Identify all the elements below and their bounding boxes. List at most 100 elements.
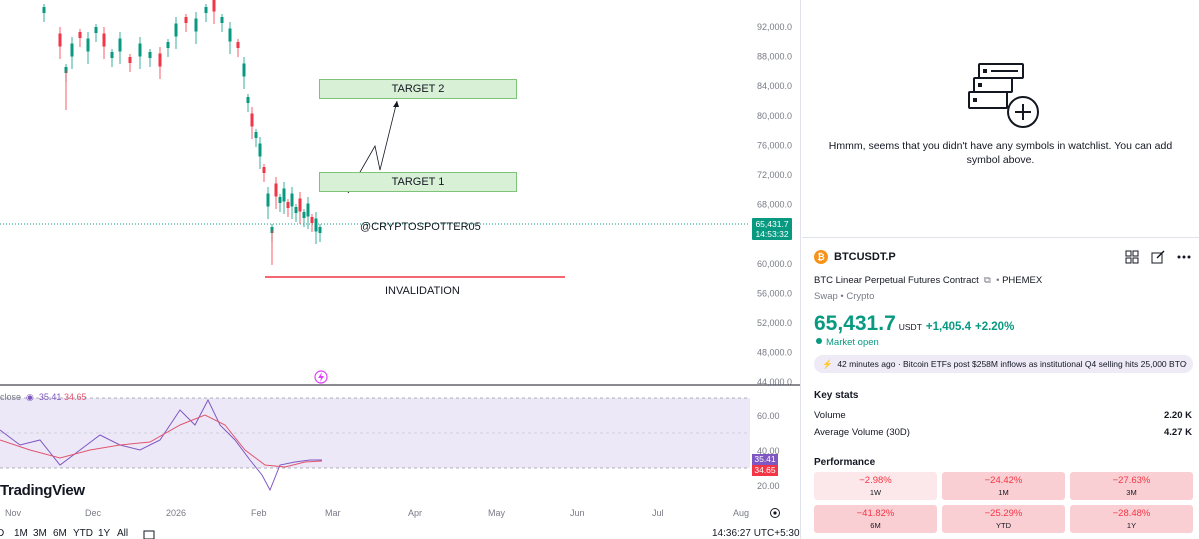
rsi-tick-label: 20.00 (757, 481, 780, 491)
avg-volume-label: Average Volume (30D) (814, 427, 910, 438)
target-2-label: TARGET 2 (391, 83, 445, 95)
time-tick-label: Jun (570, 508, 585, 518)
candle (42, 7, 46, 13)
range-button[interactable]: D (0, 528, 4, 539)
candle (262, 167, 266, 173)
target-2-zone[interactable]: TARGET 2 (319, 79, 517, 99)
symbol-header: ₿ BTCUSDT.P (814, 249, 1194, 265)
candle (58, 33, 62, 47)
time-tick-label: Nov (5, 508, 22, 518)
symbol-name[interactable]: BTCUSDT.P (834, 251, 896, 263)
candle (86, 38, 90, 52)
contract-description[interactable]: BTC Linear Perpetual Futures Contract (814, 275, 979, 286)
range-button[interactable]: 1M (14, 528, 28, 539)
performance-title: Performance (814, 457, 876, 468)
performance-period: 3M (1126, 488, 1137, 497)
performance-period: 1M (998, 488, 1009, 497)
candle (138, 43, 142, 57)
rsi-legend-value: 35.41 (38, 392, 62, 402)
bar-countdown: 14:53:32 (755, 229, 789, 239)
candlestick-series (42, 0, 322, 265)
news-headline: Bitcoin ETFs post $258M inflows as insti… (903, 359, 1187, 369)
candle (274, 183, 278, 197)
rsi-eye-icon[interactable]: ◉ (24, 392, 37, 402)
performance-cell-6m[interactable]: −41.82% 6M (814, 505, 937, 533)
time-axis[interactable]: Nov Dec 2026 Feb Mar Apr May Jun Jul Aug (0, 505, 800, 523)
performance-period: 6M (870, 521, 881, 530)
tradingview-logo[interactable]: TradingView (0, 482, 85, 499)
invalidation-label: INVALIDATION (385, 285, 460, 297)
target-1-zone[interactable]: TARGET 1 (319, 172, 517, 192)
candle (314, 218, 318, 232)
external-link-icon[interactable]: ⧉ (981, 275, 993, 286)
performance-cell-1y[interactable]: −28.48% 1Y (1070, 505, 1193, 533)
candle (94, 27, 98, 33)
performance-pct: −25.29% (984, 508, 1023, 519)
price-tick-label: 56,000.0 (757, 288, 792, 298)
range-button[interactable]: 1Y (98, 528, 110, 539)
rsi-ma-value-tag: 34.65 (752, 465, 778, 476)
volume-value: 2.20 K (1164, 410, 1192, 421)
candle (302, 212, 306, 218)
performance-period: 1W (869, 488, 882, 497)
utc-clock[interactable]: 14:36:27 UTC+5:30 (712, 528, 800, 539)
time-tick-label: May (488, 508, 506, 518)
symbol-subtype: Swap • Crypto (814, 291, 875, 302)
performance-period: YTD (996, 521, 1011, 530)
price-tick-label: 60,000.0 (757, 259, 792, 269)
performance-pct: −41.82% (856, 508, 895, 519)
candle (282, 188, 286, 202)
rsi-legend[interactable]: close ◉ 35.41 34.65 (0, 392, 86, 403)
edit-note-icon[interactable] (1150, 249, 1166, 265)
range-button[interactable]: All (117, 528, 128, 539)
stat-row-avg-volume: Average Volume (30D) 4.27 K (814, 427, 1192, 438)
candle (246, 97, 250, 103)
performance-pct: −2.98% (859, 475, 892, 486)
news-headline-banner[interactable]: ⚡ 42 minutes ago · Bitcoin ETFs post $25… (814, 355, 1193, 373)
rsi-legend-ma: 34.65 (63, 392, 87, 402)
panel-divider[interactable] (800, 0, 801, 539)
performance-pct: −27.63% (1112, 475, 1151, 486)
candle (294, 207, 298, 213)
candle (78, 32, 82, 38)
candle (128, 57, 132, 63)
performance-pct: −24.42% (984, 475, 1023, 486)
range-button[interactable]: 3M (33, 528, 47, 539)
watchlist-add-icon (968, 63, 1039, 128)
time-tick-label: 2026 (166, 508, 187, 518)
stat-row-volume: Volume 2.20 K (814, 410, 1192, 421)
time-tick-label: Jul (652, 508, 664, 518)
candle (184, 17, 188, 23)
rsi-axis: 60.0040.0020.00 (757, 411, 780, 491)
range-button[interactable]: 6M (53, 528, 67, 539)
candle (174, 23, 178, 37)
avg-volume-value: 4.27 K (1164, 427, 1192, 438)
grid-layout-icon[interactable] (1124, 249, 1140, 265)
performance-cell-1m[interactable]: −24.42% 1M (942, 472, 1065, 500)
exchange-name[interactable]: PHEMEX (1002, 275, 1042, 286)
price-tick-label: 52,000.0 (757, 318, 792, 328)
symbol-actions (1124, 249, 1192, 265)
candle (306, 203, 310, 217)
contract-line: BTC Linear Perpetual Futures Contract ⧉ … (814, 275, 1043, 286)
performance-cell-3m[interactable]: −27.63% 3M (1070, 472, 1193, 500)
price-chart[interactable]: 92,000.0 88,000.0 84,000.0 80,000.0 76,000.0… (0, 0, 800, 539)
candle (118, 38, 122, 52)
range-selector[interactable]: D 1M 3M 6M YTD 1Y All (0, 527, 800, 539)
price-tick-label: 68,000.0 (757, 200, 792, 210)
price-axis: 92,000.0 88,000.0 84,000.0 80,000.0 76,000.0… (757, 22, 792, 387)
price-tick-label: 80,000.0 (757, 111, 792, 121)
panel-separator (802, 237, 1199, 238)
candle (194, 18, 198, 32)
performance-cell-ytd[interactable]: −25.29% YTD (942, 505, 1065, 533)
candle (298, 198, 302, 212)
performance-cell-1w[interactable]: −2.98% 1W (814, 472, 937, 500)
range-button[interactable]: YTD (73, 528, 93, 539)
arrow-head-icon (393, 101, 399, 107)
candle (220, 17, 224, 23)
more-options-icon[interactable] (1176, 249, 1192, 265)
price-tick-label: 44,000.0 (757, 377, 792, 387)
rsi-value-tag: 35.41 (752, 454, 778, 465)
time-tick-label: Apr (408, 508, 423, 518)
candle (242, 63, 246, 77)
